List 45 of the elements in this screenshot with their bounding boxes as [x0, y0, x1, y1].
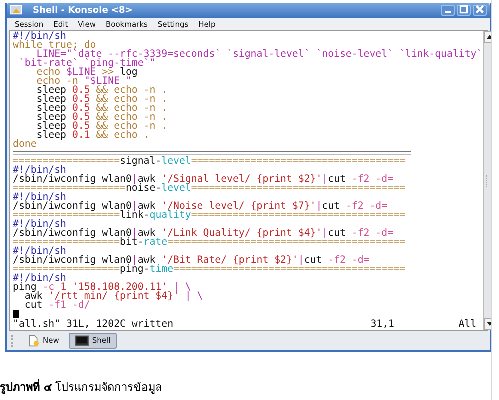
code-line: ===================noise-level====================================: [12, 184, 406, 193]
code-line: #!/bin/sh: [12, 220, 67, 229]
figure-caption: รูปภาพที่ ๔ โปรแกรมจัดการข้อมูล: [0, 378, 164, 396]
code-line: ==================bit-rate========================================: [12, 238, 406, 247]
code-line: cut -f1 -d/: [24, 301, 92, 310]
text-cursor: [13, 310, 19, 318]
code-line: /sbin/iwconfig wlan0|awk '/Noise level/ {print $7}'|cut -f2 -d=: [12, 202, 389, 211]
code-line: LINE="`date --rfc-3339=seconds` `signal-level` `noise-level` `link-quality`: [36, 50, 483, 59]
window-title: Shell - Konsole <8>: [33, 6, 134, 16]
terminal-icon: [75, 334, 90, 346]
code-line: sleep 0.1 && echo .: [36, 131, 151, 140]
maximize-icon: [458, 4, 470, 15]
code-line: awk '/rtt min/ {print $4}' | \: [24, 292, 204, 301]
maximize-button[interactable]: [457, 5, 471, 16]
new-document-icon: [26, 334, 40, 346]
code-line: echo -n "$LINE ": [36, 77, 132, 86]
code-line: done: [12, 140, 38, 149]
minimize-button[interactable]: [441, 5, 455, 16]
code-line: /sbin/iwconfig wlan0|awk '/Signal level/ {print $2}'|cut -f2 -d=: [12, 175, 395, 184]
close-icon: [474, 4, 486, 15]
code-line: #!/bin/sh: [12, 274, 68, 283]
code-line: echo $LINE >> log: [36, 68, 138, 77]
code-line: sleep 0.5 && echo -n .: [36, 104, 169, 113]
code-line: #!/bin/sh: [12, 32, 67, 41]
code-line: #!/bin/sh: [12, 166, 67, 175]
code-line: ==================ping-time=======================================: [12, 265, 406, 274]
minimize-icon: [444, 11, 452, 13]
scroll-indicator: All: [458, 319, 478, 330]
code-line: sleep 0.5 && echo -n .: [36, 122, 169, 131]
code-line: /sbin/iwconfig wlan0|awk '/Bit Rate/ {print $2}'|cut -f2 -d=: [12, 256, 371, 265]
code-line: #!/bin/sh: [12, 247, 67, 256]
code-line: ==================signal-level====================================: [12, 157, 406, 166]
code-line: ping -c 1 '158.108.200.11' | \: [12, 283, 192, 292]
status-message: "all.sh" 31L, 1202C written: [13, 319, 174, 330]
code-line: /sbin/iwconfig wlan0|awk '/Link Quality/ {print $4}'|cut -f2 -d=: [12, 229, 395, 238]
cursor-position: 31,1: [370, 319, 396, 330]
code-line: sleep 0.5 && echo -n .: [36, 95, 169, 104]
code-line: while true; do: [12, 41, 96, 50]
close-button[interactable]: [473, 5, 487, 16]
code-line: `bit-rate` `ping-time`": [18, 59, 157, 68]
code-line: sleep 0.5 && echo -n .: [36, 113, 169, 122]
code-line: #!/bin/sh: [12, 193, 67, 202]
toolbar-handle[interactable]: [11, 334, 16, 346]
code-line: ==================link-quality====================================: [12, 211, 406, 220]
code-line: sleep 0.5 && echo -n .: [36, 86, 169, 95]
